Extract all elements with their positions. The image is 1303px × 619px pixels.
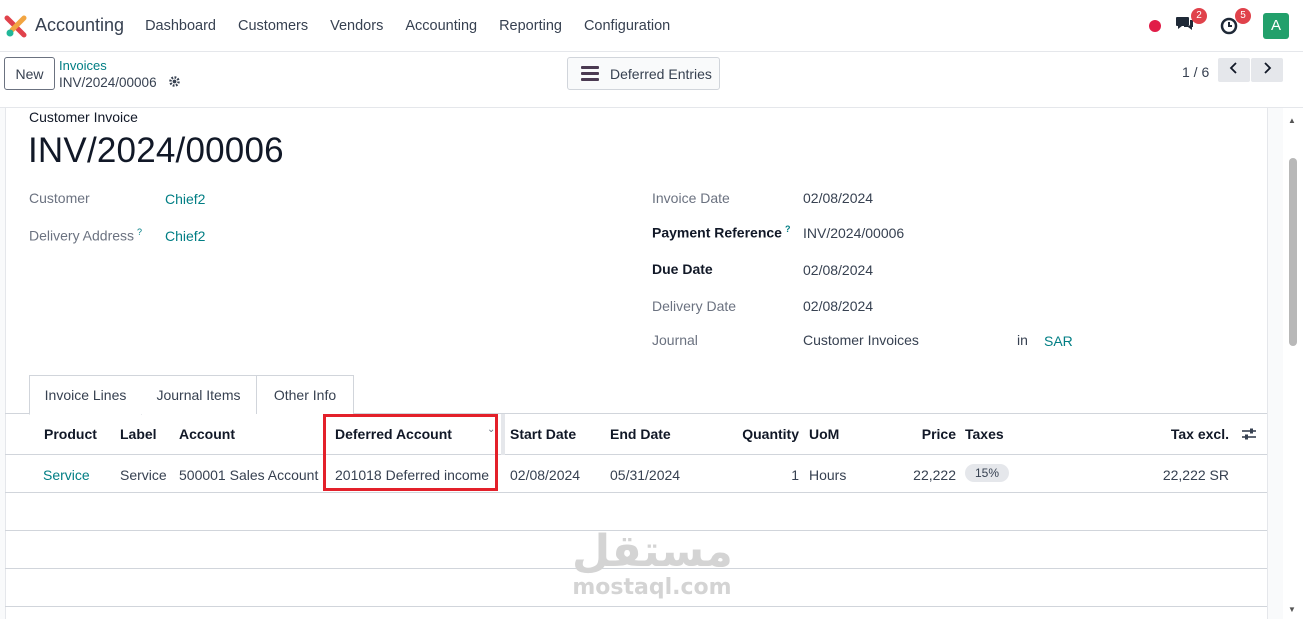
row-uom[interactable]: Hours [809, 467, 846, 483]
row-end-date[interactable]: 05/31/2024 [610, 467, 680, 483]
top-navbar: Accounting Dashboard Customers Vendors A… [0, 0, 1303, 52]
column-header-product[interactable]: Product [44, 426, 97, 442]
optional-columns-settings-icon[interactable] [1241, 427, 1257, 441]
row-price[interactable]: 22,222 [913, 467, 956, 483]
customer-field[interactable]: Chief2 [165, 191, 205, 207]
messages-badge: 2 [1191, 8, 1207, 24]
chevron-left-icon [1229, 62, 1237, 74]
tab-invoice-lines[interactable]: Invoice Lines [29, 375, 142, 415]
watermark-latin: mostaql.com [572, 575, 732, 600]
row-product[interactable]: Service [43, 467, 90, 483]
pager-value[interactable]: 1 / 6 [1182, 64, 1209, 80]
menu-vendors[interactable]: Vendors [319, 18, 394, 34]
chevron-right-icon [1264, 62, 1272, 74]
help-icon[interactable]: ? [137, 227, 142, 237]
column-header-account[interactable]: Account [179, 426, 235, 442]
due-date-label: Due Date [652, 261, 713, 277]
vertical-scrollbar[interactable]: ▲ ▼ [1283, 108, 1303, 619]
row-tax-excl: 22,222 SR [1162, 467, 1229, 483]
column-header-start-date[interactable]: Start Date [510, 426, 576, 442]
menu-configuration[interactable]: Configuration [573, 18, 681, 34]
due-date-field[interactable]: 02/08/2024 [803, 262, 873, 278]
customer-label: Customer [29, 190, 90, 206]
scroll-down-arrow-icon[interactable]: ▼ [1288, 605, 1296, 614]
row-start-date[interactable]: 02/08/2024 [510, 467, 580, 483]
column-header-uom[interactable]: UoM [809, 426, 839, 442]
table-row[interactable]: Service Service 500001 Sales Account 201… [5, 455, 1267, 493]
column-header-quantity[interactable]: Quantity [742, 426, 799, 442]
menu-accounting[interactable]: Accounting [394, 18, 488, 34]
activities-clock-icon[interactable]: 5 [1219, 8, 1251, 37]
notebook-tabs: Invoice Lines Journal Items Other Info [5, 375, 1267, 415]
breadcrumb-current: INV/2024/00006 [59, 75, 157, 90]
column-resize-handle[interactable] [501, 414, 505, 455]
scrollbar-thumb[interactable] [1289, 158, 1297, 346]
journal-field[interactable]: Customer Invoices [803, 332, 919, 348]
menu-customers[interactable]: Customers [227, 18, 319, 34]
help-icon[interactable]: ? [785, 224, 791, 234]
delivery-address-label-text: Delivery Address [29, 227, 135, 244]
activities-badge: 5 [1235, 8, 1251, 24]
journal-label: Journal [652, 332, 698, 348]
menu-dashboard[interactable]: Dashboard [134, 18, 227, 34]
invoice-number-title: INV/2024/00006 [28, 131, 284, 170]
pager-previous-button[interactable] [1218, 58, 1250, 82]
column-header-label[interactable]: Label [120, 426, 157, 442]
column-header-taxes[interactable]: Taxes [965, 426, 1004, 442]
new-button[interactable]: New [4, 57, 55, 90]
column-header-price[interactable]: Price [922, 426, 956, 442]
payment-reference-label: Payment Reference? [652, 224, 790, 241]
deferred-entries-label: Deferred Entries [610, 65, 712, 82]
payment-reference-field[interactable]: INV/2024/00006 [803, 225, 904, 241]
watermark-logo: مستقل mostaql.com [572, 526, 733, 600]
user-avatar[interactable]: A [1263, 13, 1289, 39]
watermark-arabic: مستقل [572, 526, 733, 577]
breadcrumb-invoices-link[interactable]: Invoices [59, 58, 107, 73]
row-account[interactable]: 500001 Sales Account [179, 467, 318, 483]
tab-other-info[interactable]: Other Info [256, 375, 354, 414]
row-quantity[interactable]: 1 [791, 467, 799, 483]
recording-indicator-icon[interactable] [1149, 20, 1161, 32]
app-title[interactable]: Accounting [35, 15, 124, 36]
payment-reference-label-text: Payment Reference [652, 224, 782, 241]
menu-reporting[interactable]: Reporting [488, 18, 573, 34]
hamburger-icon [581, 63, 599, 84]
column-header-tax-excl[interactable]: Tax excl. [1171, 426, 1229, 442]
pager-next-button[interactable] [1251, 58, 1283, 82]
scroll-up-arrow-icon[interactable]: ▲ [1288, 116, 1296, 125]
delivery-date-field[interactable]: 02/08/2024 [803, 298, 873, 314]
deferred-entries-button[interactable]: Deferred Entries [567, 57, 720, 90]
messages-icon[interactable]: 2 [1175, 8, 1207, 37]
invoice-date-field[interactable]: 02/08/2024 [803, 190, 873, 206]
document-type-label: Customer Invoice [29, 109, 138, 125]
control-panel: New Invoices INV/2024/00006 Deferred Ent… [0, 52, 1303, 108]
invoice-lines-header: Product Label Account Deferred Account S… [5, 414, 1267, 455]
delivery-date-label: Delivery Date [652, 298, 737, 314]
row-label[interactable]: Service [120, 467, 167, 483]
gear-icon[interactable] [168, 75, 181, 91]
tax-tag[interactable]: 15% [965, 464, 1010, 482]
currency-field[interactable]: SAR [1044, 333, 1073, 349]
accounting-app-icon[interactable] [4, 14, 28, 38]
column-header-end-date[interactable]: End Date [610, 426, 671, 442]
delivery-address-label: Delivery Address? [29, 227, 142, 244]
journal-in-text: in [1017, 332, 1028, 348]
deferred-account-highlight-box [323, 414, 498, 491]
invoice-date-label: Invoice Date [652, 190, 730, 206]
delivery-address-field[interactable]: Chief2 [165, 228, 205, 244]
tab-journal-items[interactable]: Journal Items [141, 375, 257, 414]
